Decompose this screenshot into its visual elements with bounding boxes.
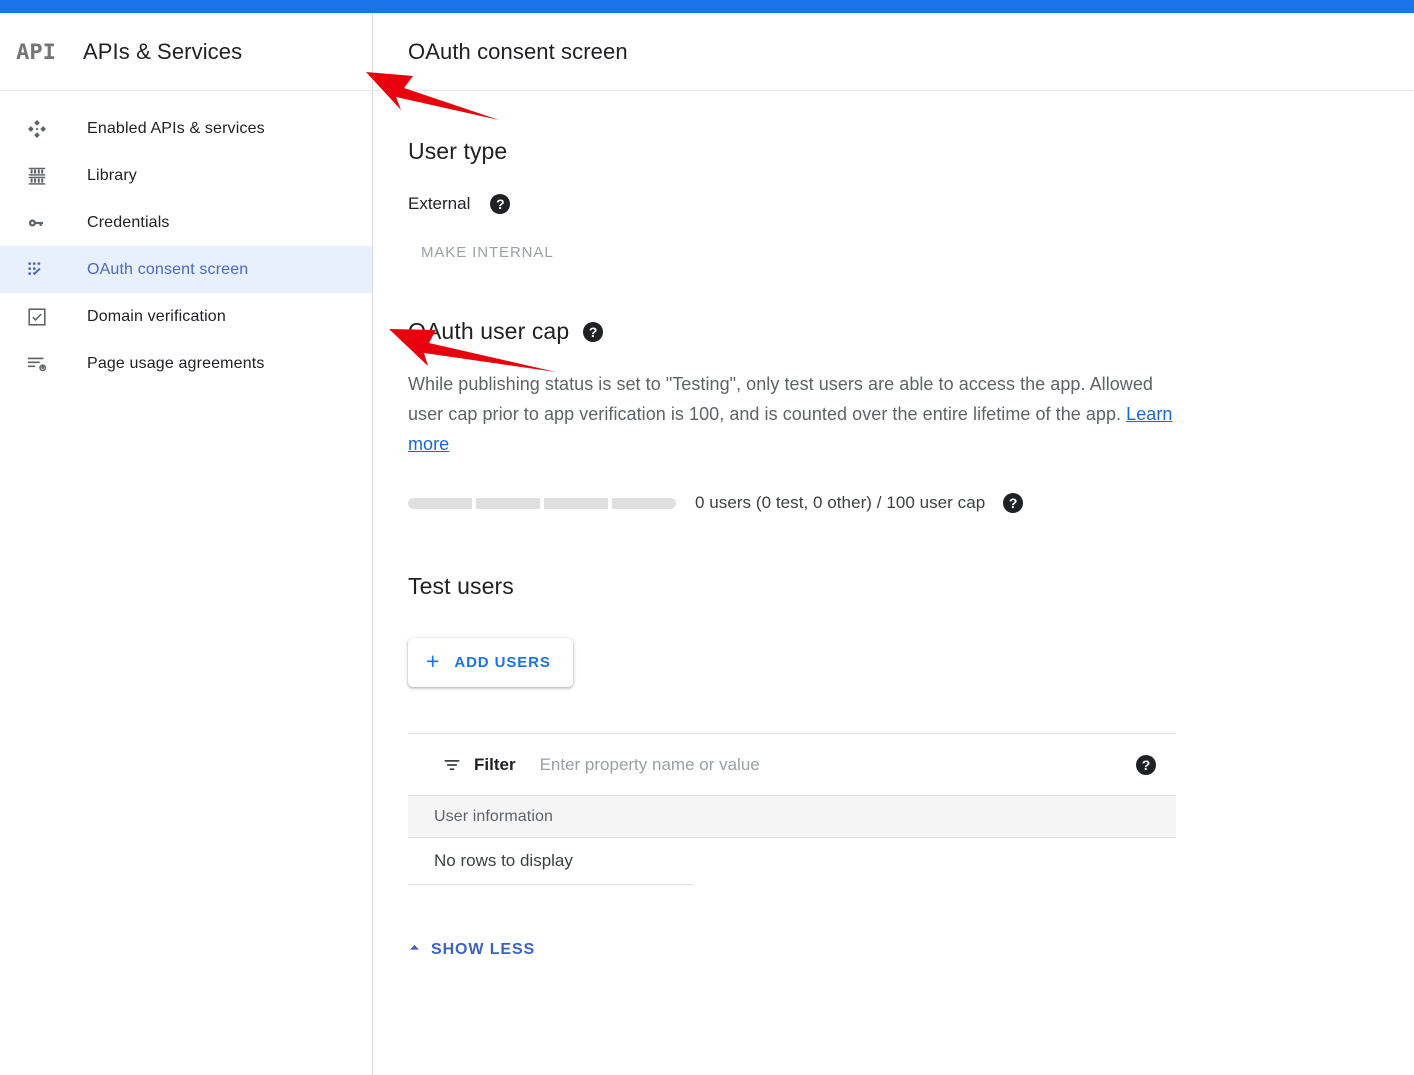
sidebar-item-credentials[interactable]: Credentials bbox=[0, 199, 372, 246]
oauth-user-cap-description-text: While publishing status is set to "Testi… bbox=[408, 374, 1153, 424]
user-type-section: User type External ? MAKE INTERNAL bbox=[408, 91, 1380, 262]
table-column-header-user-information: User information bbox=[434, 807, 553, 825]
make-internal-button[interactable]: MAKE INTERNAL bbox=[421, 244, 554, 261]
oauth-consent-icon bbox=[24, 257, 50, 283]
oauth-user-cap-description: While publishing status is set to "Testi… bbox=[408, 369, 1183, 459]
enabled-apis-icon bbox=[24, 116, 50, 142]
key-icon bbox=[24, 210, 50, 236]
show-less-label: SHOW LESS bbox=[431, 941, 536, 958]
sidebar-item-oauth-consent-screen[interactable]: OAuth consent screen bbox=[0, 246, 372, 293]
user-type-help-icon[interactable]: ? bbox=[490, 194, 511, 214]
sidebar-item-label: Enabled APIs & services bbox=[87, 119, 265, 137]
progress-segment bbox=[408, 497, 472, 509]
progress-segment bbox=[612, 497, 676, 509]
sidebar-item-domain-verification[interactable]: Domain verification bbox=[0, 293, 372, 340]
table-empty-message: No rows to display bbox=[434, 851, 573, 870]
filter-row: Filter ? bbox=[408, 734, 1176, 796]
top-accent-bar bbox=[0, 0, 1414, 13]
user-cap-progress-help-icon[interactable]: ? bbox=[1003, 493, 1024, 513]
oauth-user-cap-heading: OAuth user cap bbox=[408, 318, 570, 344]
sidebar-item-label: Library bbox=[87, 166, 137, 184]
progress-segment bbox=[476, 497, 540, 509]
user-cap-progress-bar bbox=[408, 497, 676, 509]
app-root: API APIs & Services Enabled APIs & servi… bbox=[0, 0, 1414, 1075]
user-type-value-row: External ? bbox=[408, 194, 1380, 214]
add-users-button-label: ADD USERS bbox=[454, 654, 551, 671]
oauth-user-cap-section: OAuth user cap ? While publishing status… bbox=[408, 262, 1380, 513]
content-body: User type External ? MAKE INTERNAL OAuth… bbox=[374, 91, 1414, 959]
sidebar-nav: Enabled APIs & services Library Credenti… bbox=[0, 91, 372, 387]
user-cap-progress-row: 0 users (0 test, 0 other) / 100 user cap… bbox=[408, 493, 1380, 513]
progress-segment bbox=[544, 497, 608, 509]
user-cap-progress-label: 0 users (0 test, 0 other) / 100 user cap bbox=[695, 493, 986, 512]
oauth-user-cap-help-icon[interactable]: ? bbox=[583, 321, 604, 342]
filter-input[interactable] bbox=[537, 753, 1136, 776]
check-box-icon bbox=[24, 304, 50, 330]
plus-icon: + bbox=[426, 648, 441, 674]
test-users-table: Filter ? User information No rows to dis… bbox=[408, 733, 1176, 885]
sidebar-item-label: Credentials bbox=[87, 213, 170, 231]
sidebar-item-label: OAuth consent screen bbox=[87, 260, 249, 278]
main-content: OAuth consent screen User type External … bbox=[374, 13, 1414, 1075]
api-logo-icon: API bbox=[16, 39, 56, 64]
sidebar-item-enabled-apis[interactable]: Enabled APIs & services bbox=[0, 105, 372, 152]
sidebar-item-label: Domain verification bbox=[87, 307, 226, 325]
page-title: OAuth consent screen bbox=[408, 38, 628, 64]
sidebar-product-title: APIs & Services bbox=[83, 38, 243, 64]
user-type-heading: User type bbox=[408, 138, 508, 164]
filter-help-icon[interactable]: ? bbox=[1136, 754, 1156, 775]
user-type-value: External bbox=[408, 194, 471, 213]
table-row-underline bbox=[408, 884, 693, 885]
oauth-user-cap-heading-row: OAuth user cap ? bbox=[408, 318, 1380, 345]
table-empty-row: No rows to display bbox=[408, 838, 1176, 884]
table-header-row: User information bbox=[408, 796, 1176, 838]
chevron-up-icon bbox=[408, 941, 421, 959]
sidebar-header: API APIs & Services bbox=[0, 13, 372, 91]
add-users-button[interactable]: + ADD USERS bbox=[408, 638, 573, 687]
sidebar-item-label: Page usage agreements bbox=[87, 354, 265, 372]
page-usage-icon bbox=[24, 351, 50, 377]
sidebar: API APIs & Services Enabled APIs & servi… bbox=[0, 13, 373, 1075]
sidebar-item-library[interactable]: Library bbox=[0, 152, 372, 199]
library-icon bbox=[24, 163, 50, 189]
test-users-heading: Test users bbox=[408, 573, 514, 599]
test-users-section: Test users + ADD USERS Filter Enter prop… bbox=[408, 513, 1380, 959]
sidebar-item-page-usage-agreements[interactable]: Page usage agreements bbox=[0, 340, 372, 387]
filter-label: Filter bbox=[474, 754, 516, 774]
page-header: OAuth consent screen bbox=[374, 13, 1414, 91]
show-less-button[interactable]: SHOW LESS bbox=[408, 941, 535, 959]
filter-icon[interactable] bbox=[441, 754, 463, 776]
